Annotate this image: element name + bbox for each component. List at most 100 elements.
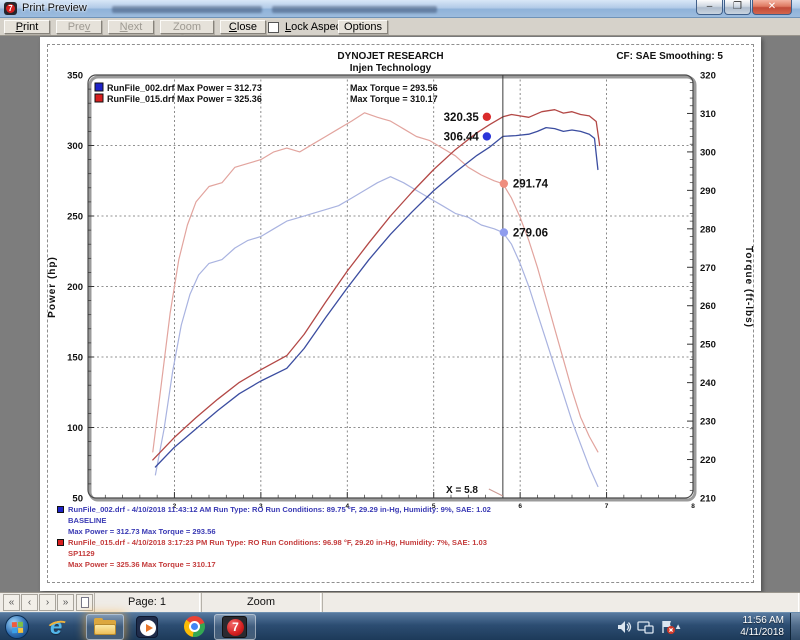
power-tick-label: 150 <box>67 353 83 364</box>
rpm-tick-label: 8 <box>691 503 695 510</box>
prev-button: Prev <box>56 20 102 34</box>
next-page-button[interactable]: › <box>39 594 56 611</box>
next-button: Next <box>108 20 154 34</box>
action-center-flag-icon[interactable] <box>660 620 676 635</box>
toolbar: Print Prev Next Zoom Out Close Lock Aspe… <box>0 18 800 36</box>
cursor-dot-320.35 <box>483 113 491 121</box>
cursor-value-label: 320.35 <box>444 112 480 124</box>
torque-tick-label: 310 <box>700 109 716 120</box>
preview-page: DYNOJET RESEARCHInjen Technology CF: SAE … <box>40 37 761 591</box>
show-desktop-button[interactable] <box>790 613 800 640</box>
preview-workspace: DYNOJET RESEARCHInjen Technology CF: SAE … <box>0 36 800 592</box>
faded-filepath-text <box>272 6 437 13</box>
dyno-logo-icon: 7 <box>227 619 244 636</box>
options-button[interactable]: Options <box>338 20 388 34</box>
cursor-value-label: 291.74 <box>513 179 549 191</box>
zoom-panel: Zoom <box>201 593 321 612</box>
power-tick-label: 100 <box>67 423 83 434</box>
status-bar: « ‹ › » Page: 1 Zoom <box>0 592 800 612</box>
cursor-dot-306.44 <box>483 132 491 140</box>
power-axis-title: Power (hp) <box>47 256 58 318</box>
power-tick-label: 250 <box>67 212 83 223</box>
app-icon: 7 <box>4 2 17 15</box>
torque-tick-label: 300 <box>700 147 716 158</box>
cursor-value-label: 306.44 <box>444 131 480 143</box>
status-panel-empty <box>322 593 799 612</box>
print-button[interactable]: Print <box>4 20 50 34</box>
torque-tick-label: 210 <box>700 494 716 505</box>
legend-swatch <box>95 83 103 91</box>
torque-tick-label: 260 <box>700 301 716 312</box>
media-player-icon[interactable] <box>136 616 158 638</box>
chart-subtitle: Injen Technology <box>350 63 432 74</box>
annotation-line: Max Power = 325.36 Max Torque = 310.17 <box>68 559 487 570</box>
close-preview-button[interactable]: Close <box>220 20 266 34</box>
annotation-line: SP1129 <box>68 548 487 559</box>
network-icon[interactable] <box>637 620 654 634</box>
chart-title: DYNOJET RESEARCH <box>337 51 443 62</box>
folder-icon[interactable] <box>94 618 116 635</box>
run-color-swatch <box>57 539 64 546</box>
torque-tick-label: 250 <box>700 340 716 351</box>
power-tick-label: 300 <box>67 141 83 152</box>
close-window-button[interactable]: ✕ <box>752 0 792 15</box>
run-color-swatch <box>57 506 64 513</box>
torque-runfile-015-curve <box>153 113 598 452</box>
clock-time: 11:56 AM <box>720 615 784 627</box>
taskbar: e 7 ▲ 11:56 AM 4/11/2018 <box>0 612 800 640</box>
annotation-line: RunFile_002.drf - 4/10/2018 11:43:12 AM … <box>68 504 491 515</box>
torque-tick-label: 270 <box>700 263 716 274</box>
cursor-dot-279.06 <box>500 228 508 236</box>
dyno-app-icon[interactable]: 7 <box>222 616 247 638</box>
legend-entry: Max Torque = 293.56 <box>350 83 438 93</box>
annotation-line: RunFile_015.drf - 4/10/2018 3:17:23 PM R… <box>68 537 487 548</box>
cursor-x-label: X = 5.8 <box>446 485 478 496</box>
taskbar-clock[interactable]: 11:56 AM 4/11/2018 <box>720 615 784 639</box>
annotation-line: BASELINE <box>68 515 491 526</box>
lock-aspect-ratio-checkbox[interactable] <box>268 22 279 33</box>
maximize-button[interactable]: ❐ <box>724 0 751 15</box>
zoom-out-button: Zoom Out <box>160 20 214 34</box>
first-page-button[interactable]: « <box>3 594 20 611</box>
torque-tick-label: 280 <box>700 224 716 235</box>
screen: 7 Print Preview – ❐ ✕ Print Prev Next Zo… <box>0 0 800 640</box>
page-number-panel: Page: 1 <box>94 593 200 612</box>
legend-entry: Max Torque = 310.17 <box>350 94 438 104</box>
page-setup-button[interactable] <box>76 594 93 611</box>
torque-tick-label: 220 <box>700 455 716 466</box>
cursor-callout <box>489 489 503 496</box>
chrome-icon[interactable] <box>184 616 205 637</box>
power-tick-label: 350 <box>67 71 83 82</box>
faded-filepath-text <box>112 6 262 13</box>
window-title: Print Preview <box>22 2 87 14</box>
dyno-logo-icon: 7 <box>6 4 15 13</box>
volume-icon[interactable] <box>617 620 632 634</box>
plot-frame-shadow <box>90 77 695 500</box>
power-tick-label: 50 <box>72 494 83 505</box>
last-page-button[interactable]: » <box>57 594 74 611</box>
start-button[interactable] <box>5 615 29 639</box>
run-annotation-baseline: RunFile_002.drf - 4/10/2018 11:43:12 AM … <box>57 504 491 537</box>
torque-tick-label: 240 <box>700 378 716 389</box>
legend-swatch <box>95 94 103 102</box>
minimize-button[interactable]: – <box>696 0 723 15</box>
clock-date: 4/11/2018 <box>720 627 784 639</box>
windows-flag-icon <box>12 622 23 633</box>
page-icon <box>81 597 89 608</box>
cursor-value-label: 279.06 <box>513 227 548 239</box>
prev-page-button[interactable]: ‹ <box>21 594 38 611</box>
legend-entry: RunFile_002.drf Max Power = 312.73 <box>107 83 262 93</box>
run-annotation-sp1129: RunFile_015.drf - 4/10/2018 3:17:23 PM R… <box>57 537 487 570</box>
play-icon <box>146 624 153 632</box>
title-bar: 7 Print Preview – ❐ ✕ <box>0 0 800 18</box>
power-runfile-015-curve <box>153 110 600 460</box>
rpm-tick-label: 6 <box>518 503 522 510</box>
torque-tick-label: 290 <box>700 186 716 197</box>
torque-runfile-002-curve <box>155 177 598 487</box>
annotation-line: Max Power = 312.73 Max Torque = 293.56 <box>68 526 491 537</box>
legend-entry: RunFile_015.drf Max Power = 325.36 <box>107 94 262 104</box>
correction-factor-label: CF: SAE Smoothing: 5 <box>616 51 723 62</box>
cursor-dot-291.74 <box>500 179 508 187</box>
power-tick-label: 200 <box>67 282 83 293</box>
torque-tick-label: 320 <box>700 71 716 82</box>
